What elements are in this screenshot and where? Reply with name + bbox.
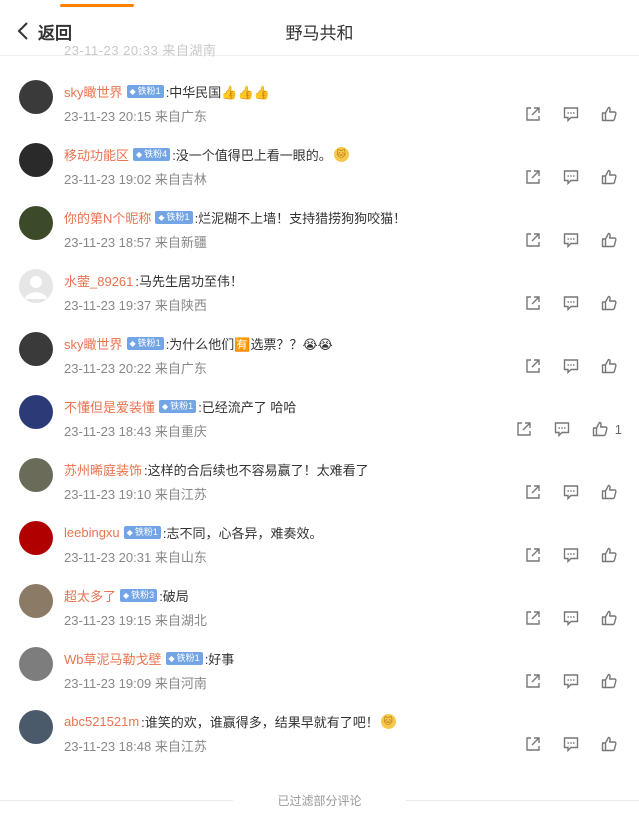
comment-text: :为什么他们🈶选票？？😭😭 <box>165 337 333 352</box>
diamond-icon: ◆ <box>129 87 136 96</box>
fan-badge[interactable]: ◆ 铁粉1 <box>126 85 164 98</box>
avatar[interactable] <box>19 521 53 555</box>
diamond-icon: ◆ <box>126 528 133 537</box>
diamond-icon: ◆ <box>136 150 143 159</box>
comment-text: :破局 <box>159 589 189 604</box>
fan-badge[interactable]: ◆ 铁粉1 <box>165 652 203 665</box>
comment-item: 不懂但是爱装懂 ◆ 铁粉1:已经流产了 哈哈 23-11-23 18:43 来自重庆 1 <box>0 371 639 439</box>
fan-badge[interactable]: ◆ 铁粉4 <box>133 148 171 161</box>
comment-item: 超太多了 ◆ 铁粉3:破局 23-11-23 19:15 来自湖北 <box>0 560 639 628</box>
badge-label: 铁粉1 <box>166 212 190 222</box>
username-link[interactable]: sky瞰世界 <box>64 334 123 353</box>
badge-label: 铁粉1 <box>134 527 158 537</box>
comment-content: 苏州晞庭装饰:这样的合后续也不容易赢了！太难看了 <box>64 460 369 479</box>
username-link[interactable]: 移动功能区 <box>64 145 129 164</box>
comment-list: sky瞰世界 ◆ 铁粉1:中华民国👍👍👍 23-11-23 20:15 来自广东 移动功… <box>0 56 639 754</box>
comment-content: sky瞰世界 ◆ 铁粉1:中华民国👍👍👍 <box>64 82 270 101</box>
username-link[interactable]: 苏州晞庭装饰 <box>64 460 142 479</box>
fan-badge[interactable]: ◆ 铁粉1 <box>155 211 193 224</box>
comment-content: 不懂但是爱装懂 ◆ 铁粉1:已经流产了 哈哈 <box>64 397 296 416</box>
fan-badge[interactable]: ◆ 铁粉1 <box>123 526 161 539</box>
diamond-icon: ◆ <box>162 402 169 411</box>
badge-label: 铁粉4 <box>144 149 168 159</box>
username-link[interactable]: 你的第N个昵称 <box>64 208 151 227</box>
share-icon <box>526 737 540 751</box>
avatar[interactable] <box>19 710 53 744</box>
badge-label: 铁粉3 <box>131 590 155 600</box>
avatar[interactable] <box>19 143 53 177</box>
comment-item: leebingxu ◆ 铁粉1:志不同，心各异，难奏效。 23-11-23 20:31… <box>0 497 639 565</box>
avatar[interactable] <box>19 584 53 618</box>
share-button[interactable] <box>525 735 543 753</box>
tab-indicator <box>60 4 134 7</box>
emoji-icon: 🐱 <box>333 147 349 162</box>
comment-text: :烂泥糊不上墙！支持猎捞狗狗咬猫！ <box>194 211 407 226</box>
username-link[interactable]: 不懂但是爱装懂 <box>64 397 155 416</box>
comment-item: abc521521m:谁笑的欢，谁赢得多，结果早就有了吧！ 🐱 23-11-23 1… <box>0 686 639 754</box>
comment-item: Wb草泥马勒戈壁 ◆ 铁粉1:好事 23-11-23 19:09 来自河南 <box>0 623 639 691</box>
comment-actions <box>505 735 619 753</box>
like-button[interactable] <box>601 735 619 753</box>
username-link[interactable]: 水蓥_89261 <box>64 271 133 290</box>
filter-notice: 已过滤部分评论 <box>0 792 639 809</box>
badge-label: 铁粉1 <box>170 401 194 411</box>
comment-text: :马先生居功至伟！ <box>135 274 244 289</box>
comment-button[interactable] <box>563 735 581 753</box>
comment-content: 移动功能区 ◆ 铁粉4:没一个值得巴上看一眼的。 🐱 <box>64 145 349 164</box>
comment-content: 超太多了 ◆ 铁粉3:破局 <box>64 586 189 605</box>
like-icon <box>601 736 617 752</box>
username-link[interactable]: abc521521m <box>64 714 139 729</box>
comment-content: abc521521m:谁笑的欢，谁赢得多，结果早就有了吧！ 🐱 <box>64 712 396 731</box>
avatar[interactable] <box>19 458 53 492</box>
diamond-icon: ◆ <box>129 339 136 348</box>
avatar[interactable] <box>19 332 53 366</box>
comment-meta: 23-11-23 18:48 来自江苏 <box>64 739 207 754</box>
comment-content: 水蓥_89261:马先生居功至伟！ <box>64 271 243 290</box>
username-link[interactable]: 超太多了 <box>64 586 116 605</box>
comment-item: 苏州晞庭装饰:这样的合后续也不容易赢了！太难看了 23-11-23 19:10 来… <box>0 434 639 502</box>
avatar[interactable] <box>19 395 53 429</box>
emoji-icon: 🐱 <box>380 714 396 729</box>
fan-badge[interactable]: ◆ 铁粉1 <box>159 400 197 413</box>
comment-text: :谁笑的欢，谁赢得多，结果早就有了吧！ <box>141 715 379 730</box>
comment-item: 水蓥_89261:马先生居功至伟！ 23-11-23 19:37 来自陕西 <box>0 245 639 313</box>
badge-label: 铁粉1 <box>137 86 161 96</box>
comment-item: 你的第N个昵称 ◆ 铁粉1:烂泥糊不上墙！支持猎捞狗狗咬猫！ 23-11-23 18:… <box>0 182 639 250</box>
diamond-icon: ◆ <box>168 654 175 663</box>
comment-content: leebingxu ◆ 铁粉1:志不同，心各异，难奏效。 <box>64 523 322 542</box>
top-bar: 返回 野马共和 23-11-23 20:33 来自湖南 <box>0 0 639 58</box>
fan-badge[interactable]: ◆ 铁粉1 <box>126 337 164 350</box>
username-link[interactable]: sky瞰世界 <box>64 82 123 101</box>
badge-label: 铁粉1 <box>137 338 161 348</box>
comment-text: :这样的合后续也不容易赢了！太难看了 <box>144 463 369 478</box>
comment-text: :中华民国👍👍👍 <box>165 85 270 100</box>
comment-content: sky瞰世界 ◆ 铁粉1:为什么他们🈶选票？？😭😭 <box>64 334 333 353</box>
avatar[interactable] <box>19 206 53 240</box>
comment-item: sky瞰世界 ◆ 铁粉1:为什么他们🈶选票？？😭😭 23-11-23 20:22 来自… <box>0 308 639 376</box>
username-link[interactable]: Wb草泥马勒戈壁 <box>64 649 162 668</box>
diamond-icon: ◆ <box>158 213 165 222</box>
comment-text: :已经流产了 哈哈 <box>198 400 297 415</box>
diamond-icon: ◆ <box>123 591 130 600</box>
comment-item: 移动功能区 ◆ 铁粉4:没一个值得巴上看一眼的。 🐱 23-11-23 19:02 来自… <box>0 119 639 187</box>
avatar[interactable] <box>19 647 53 681</box>
avatar[interactable] <box>19 80 53 114</box>
comment-icon <box>563 737 579 752</box>
fan-badge[interactable]: ◆ 铁粉3 <box>120 589 158 602</box>
comment-text: :志不同，心各异，难奏效。 <box>162 526 323 541</box>
badge-label: 铁粉1 <box>176 653 200 663</box>
comment-item: sky瞰世界 ◆ 铁粉1:中华民国👍👍👍 23-11-23 20:15 来自广东 <box>0 56 639 124</box>
comment-content: 你的第N个昵称 ◆ 铁粉1:烂泥糊不上墙！支持猎捞狗狗咬猫！ <box>64 208 406 227</box>
comment-content: Wb草泥马勒戈壁 ◆ 铁粉1:好事 <box>64 649 234 668</box>
comment-text: :没一个值得巴上看一眼的。 <box>172 148 332 163</box>
avatar[interactable] <box>19 269 53 303</box>
comment-text: :好事 <box>204 652 235 667</box>
username-link[interactable]: leebingxu <box>64 525 120 540</box>
